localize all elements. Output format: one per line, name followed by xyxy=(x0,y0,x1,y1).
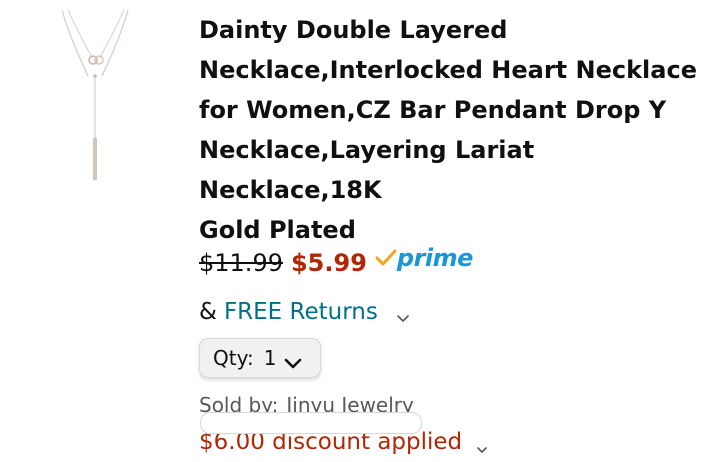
quantity-label: Qty: xyxy=(213,346,254,370)
sale-price: $5.99 xyxy=(290,249,367,277)
product-details: Dainty Double Layered Necklace,Interlock… xyxy=(199,10,719,462)
free-returns-link[interactable]: FREE Returns xyxy=(224,299,378,325)
original-price: $11.99 xyxy=(199,249,283,277)
chevron-down-icon xyxy=(284,351,302,369)
product-title[interactable]: Dainty Double Layered Necklace,Interlock… xyxy=(199,10,719,250)
necklace-image-icon xyxy=(61,9,129,181)
prime-badge: prime xyxy=(375,244,473,272)
returns-row: & FREE Returns xyxy=(199,292,719,332)
chevron-down-icon[interactable] xyxy=(396,305,410,322)
partially-visible-button[interactable] xyxy=(200,412,422,434)
returns-prefix: & xyxy=(199,299,217,325)
price-row: $11.99 $5.99 prime xyxy=(199,244,719,288)
chevron-down-icon[interactable] xyxy=(476,436,488,453)
quantity-dropdown[interactable]: Qty: 1 xyxy=(199,338,321,378)
prime-label: prime xyxy=(396,244,474,272)
product-thumbnail[interactable] xyxy=(48,8,144,192)
quantity-value: 1 xyxy=(263,346,277,370)
prime-check-icon xyxy=(375,249,397,266)
